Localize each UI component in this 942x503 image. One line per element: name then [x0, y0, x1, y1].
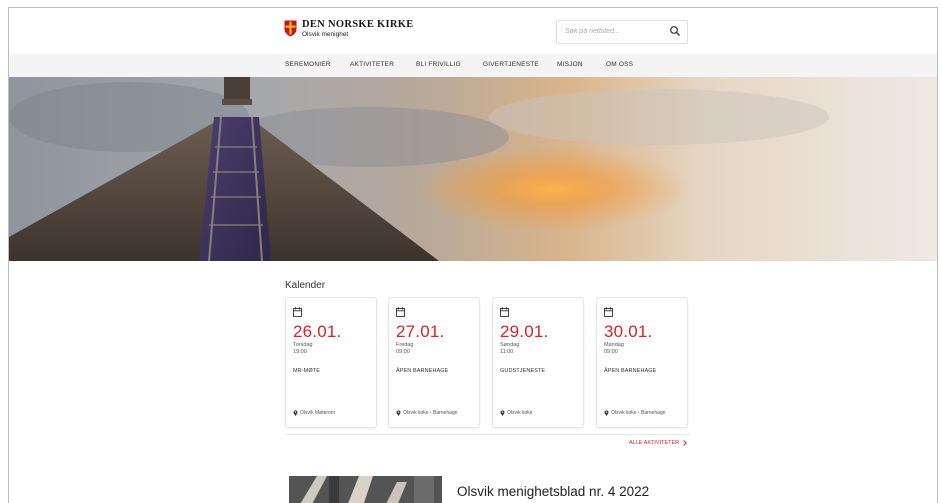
- search-input[interactable]: [565, 25, 665, 38]
- event-time: 11:00: [500, 349, 514, 355]
- site-logo[interactable]: DEN NORSKE KIRKE Olsvik menighet: [284, 19, 414, 43]
- event-location: Olsvik kirke - Barnehage: [403, 410, 458, 416]
- event-name: GUDSTJENESTE: [500, 368, 546, 374]
- event-name: ÅPEN BARNEHAGE: [604, 368, 657, 374]
- event-name: MR-MØTE: [293, 368, 320, 374]
- event-date: 26.01.: [293, 322, 342, 341]
- event-card[interactable]: 29.01. Søndag 11:00 GUDSTJENESTE Olsvik …: [492, 297, 584, 428]
- chevron-right-icon: [683, 440, 688, 446]
- calendar-icon: [500, 307, 509, 317]
- location-pin-icon: [604, 410, 609, 416]
- calendar-icon: [396, 307, 405, 317]
- search-icon[interactable]: [669, 25, 681, 37]
- event-location: Olsvik kirke: [507, 410, 533, 416]
- news-thumbnail[interactable]: [289, 476, 442, 503]
- event-card[interactable]: 30.01. Mandag 09:00 ÅPEN BARNEHAGE Olsvi…: [596, 297, 688, 428]
- news-title[interactable]: Olsvik menighetsblad nr. 4 2022: [457, 484, 649, 499]
- church-shield-icon: [284, 20, 297, 37]
- parish-name: Olsvik menighet: [302, 31, 349, 38]
- event-time: 09:00: [604, 349, 618, 355]
- event-date: 30.01.: [604, 322, 653, 341]
- nav-item-bli-frivillig[interactable]: BLI FRIVILLIG: [416, 61, 461, 68]
- brand-name: DEN NORSKE KIRKE: [302, 19, 414, 30]
- event-day: Søndag: [500, 342, 520, 348]
- event-date: 29.01.: [500, 322, 549, 341]
- event-day: Torsdag: [293, 342, 313, 348]
- calendar-icon: [604, 307, 613, 317]
- nav-item-givertjeneste[interactable]: GIVERTJENESTE: [483, 61, 539, 68]
- all-activities-label: ALLE AKTIVITETER: [629, 440, 680, 446]
- nav-item-aktiviteter[interactable]: AKTIVITETER: [350, 61, 394, 68]
- site-header: DEN NORSKE KIRKE Olsvik menighet: [9, 8, 937, 54]
- nav-item-om-oss[interactable]: OM OSS: [606, 61, 633, 68]
- hero-banner-image: [9, 77, 937, 261]
- event-location: Olsvik kirke - Barnehage: [611, 410, 666, 416]
- search-box: [556, 20, 688, 44]
- nav-item-misjon[interactable]: MISJON: [557, 61, 583, 68]
- event-day: Fredag: [396, 342, 414, 348]
- event-name: ÅPEN BARNEHAGE: [396, 368, 449, 374]
- calendar-icon: [293, 307, 302, 317]
- location-pin-icon: [396, 410, 401, 416]
- event-date: 27.01.: [396, 322, 445, 341]
- main-nav: SEREMONIER AKTIVITETER BLI FRIVILLIG GIV…: [9, 54, 937, 77]
- event-card[interactable]: 27.01. Fredag 09:00 ÅPEN BARNEHAGE Olsvi…: [388, 297, 480, 428]
- event-card[interactable]: 26.01. Torsdag 19:00 MR-MØTE Olsvik Møte…: [285, 297, 377, 428]
- event-time: 19:00: [293, 349, 307, 355]
- location-pin-icon: [293, 410, 298, 416]
- nav-item-seremonier[interactable]: SEREMONIER: [285, 61, 331, 68]
- event-time: 09:00: [396, 349, 410, 355]
- location-pin-icon: [500, 410, 505, 416]
- event-day: Mandag: [604, 342, 624, 348]
- calendar-heading: Kalender: [285, 280, 326, 291]
- event-location: Olsvik Møterom: [300, 410, 335, 416]
- all-activities-link[interactable]: ALLE AKTIVITETER: [629, 440, 688, 446]
- divider: [285, 434, 690, 435]
- browser-viewport: DEN NORSKE KIRKE Olsvik menighet SEREMON…: [8, 7, 938, 503]
